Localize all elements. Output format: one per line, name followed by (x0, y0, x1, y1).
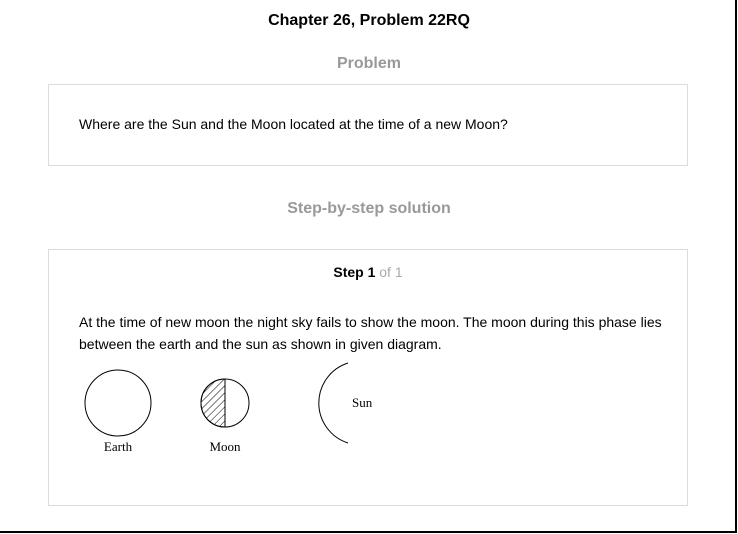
solution-heading: Step-by-step solution (287, 200, 451, 217)
problem-text: Where are the Sun and the Moon located a… (79, 116, 508, 132)
moon-dark-half (200, 378, 226, 428)
problem-box: Where are the Sun and the Moon located a… (48, 84, 688, 166)
earth-label: Earth (104, 439, 133, 454)
moon-label: Moon (209, 439, 241, 454)
sun-label: Sun (352, 395, 373, 410)
earth-circle (84, 369, 152, 437)
problem-heading: Problem (336, 55, 401, 72)
earth-moon-sun-diagram: Earth Moon Sun (84, 362, 373, 454)
page-title: Chapter 26, Problem 22RQ (268, 12, 470, 29)
solution-box: Step 1 of 1 At the time of new moon the … (48, 249, 688, 506)
sun-arc (318, 362, 349, 444)
